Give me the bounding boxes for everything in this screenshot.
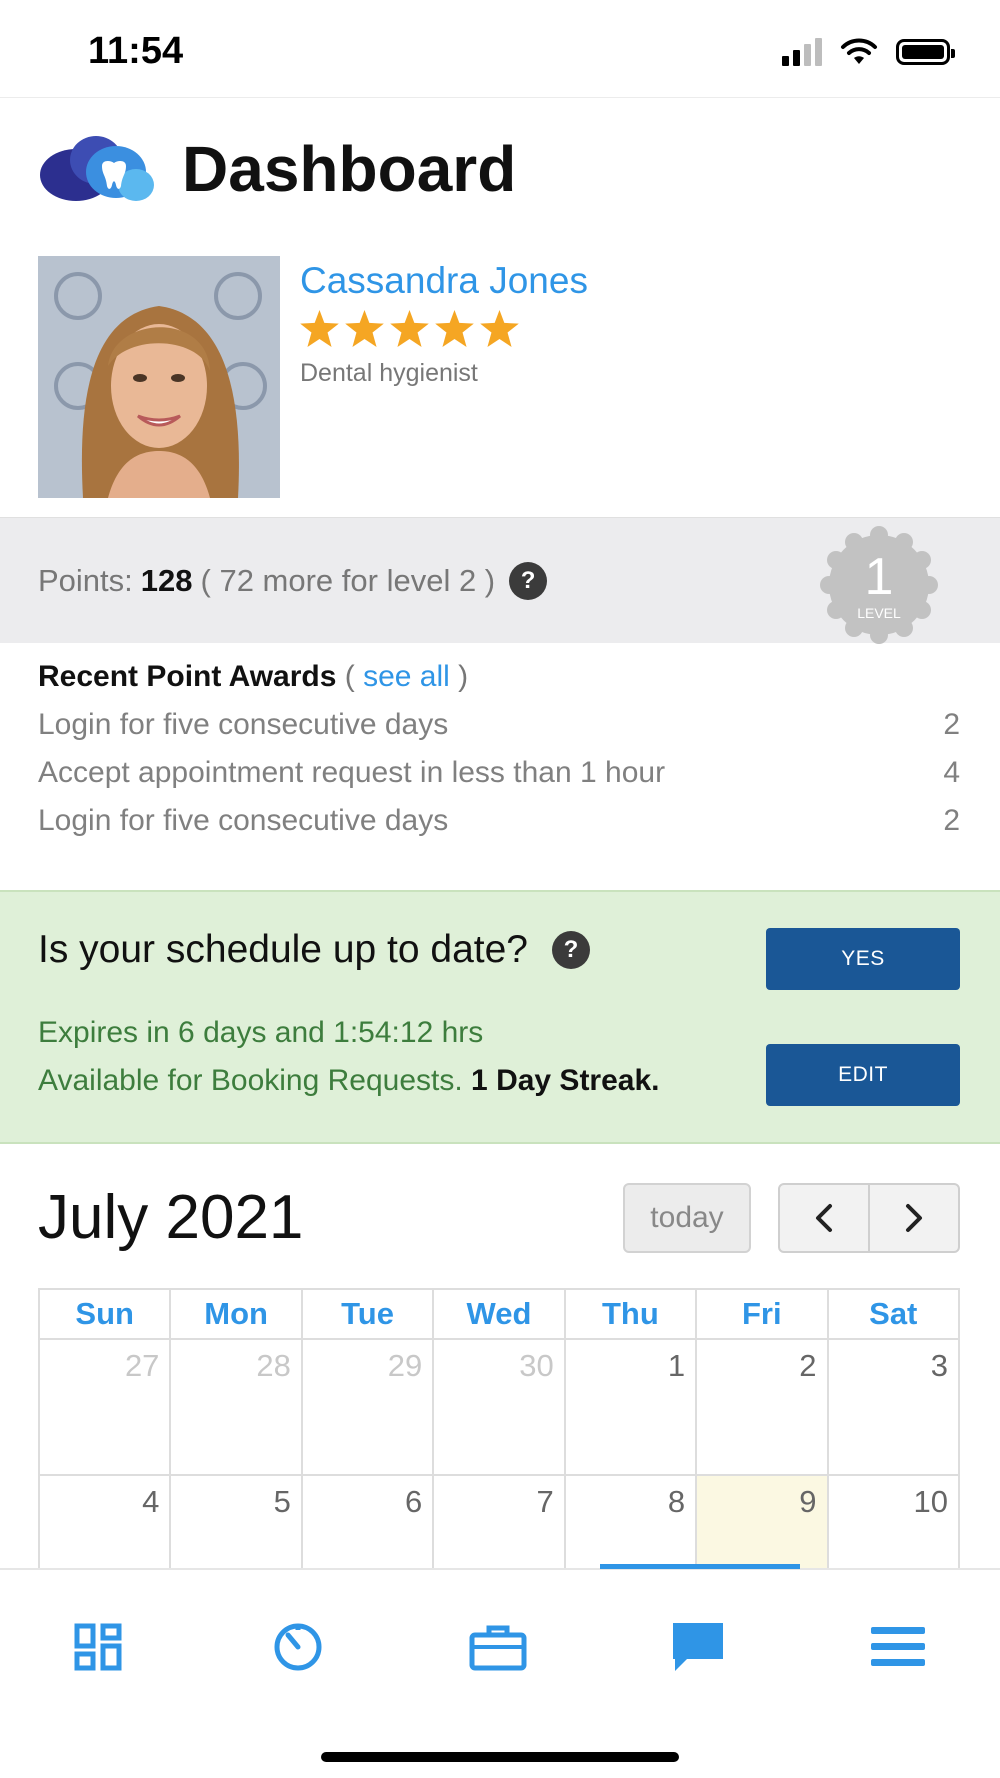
star-icon bbox=[345, 310, 384, 347]
profile-role: Dental hygienist bbox=[300, 359, 478, 387]
level-seal-icon: 1 LEVEL bbox=[820, 526, 938, 644]
star-icon bbox=[480, 310, 519, 347]
active-tab-indicator bbox=[600, 1564, 800, 1569]
paren-open: ( bbox=[344, 660, 355, 693]
tab-activity[interactable] bbox=[248, 1612, 348, 1682]
availability-text: Available for Booking Requests. bbox=[38, 1064, 463, 1097]
paren-close: ) bbox=[458, 660, 469, 693]
points-help-icon[interactable]: ? bbox=[509, 562, 548, 600]
weekday-header: Wed bbox=[432, 1288, 566, 1340]
yes-button[interactable]: YES bbox=[766, 928, 960, 990]
calendar-day-cell[interactable]: 2 bbox=[695, 1338, 829, 1476]
calendar-day-cell[interactable]: 27 bbox=[37, 1338, 172, 1476]
briefcase-icon bbox=[469, 1625, 527, 1671]
points-value: 128 bbox=[140, 563, 193, 598]
schedule-question-row: Is your schedule up to date? ? bbox=[38, 928, 590, 972]
star-icon bbox=[435, 310, 474, 347]
level-label: LEVEL bbox=[857, 605, 901, 621]
rating-stars bbox=[300, 310, 588, 347]
today-button[interactable]: today bbox=[623, 1183, 751, 1253]
dashboard-icon bbox=[74, 1623, 122, 1671]
menu-icon bbox=[871, 1627, 925, 1666]
battery-icon bbox=[896, 39, 955, 65]
points-label: Points: bbox=[38, 563, 133, 598]
award-points: 2 bbox=[943, 708, 960, 741]
calendar-day-cell[interactable]: 28 bbox=[169, 1338, 303, 1476]
weekday-header: Thu bbox=[563, 1288, 698, 1340]
awards-title: Recent Point Awards bbox=[38, 660, 337, 693]
profile-card: Cassandra Jones Dental hygienist bbox=[38, 256, 588, 498]
points-band: Points: 128 ( 72 more for level 2 ) ? 1 … bbox=[0, 517, 1000, 644]
weekday-header-row: Sun Mon Tue Wed Thu Fri Sat bbox=[37, 1288, 961, 1340]
app-logo-icon bbox=[40, 136, 154, 201]
next-month-button[interactable] bbox=[868, 1185, 958, 1251]
calendar-grid: Sun Mon Tue Wed Thu Fri Sat 27 28 29 30 … bbox=[37, 1288, 961, 1612]
weekday-header: Mon bbox=[169, 1288, 303, 1340]
tab-dashboard[interactable] bbox=[48, 1612, 148, 1682]
profile-info: Cassandra Jones Dental hygienist bbox=[300, 256, 588, 498]
tab-jobs[interactable] bbox=[448, 1612, 548, 1682]
schedule-question: Is your schedule up to date? bbox=[38, 928, 528, 971]
calendar-day-cell[interactable]: 1 bbox=[563, 1338, 698, 1476]
calendar-day-cell[interactable]: 29 bbox=[300, 1338, 435, 1476]
award-points: 4 bbox=[943, 756, 960, 789]
weekday-header: Fri bbox=[695, 1288, 829, 1340]
award-label: Login for five consecutive days bbox=[38, 708, 449, 741]
award-label: Accept appointment request in less than … bbox=[38, 756, 666, 789]
star-icon bbox=[390, 310, 429, 347]
page-title: Dashboard bbox=[182, 133, 517, 205]
bottom-tab-bar bbox=[0, 1564, 1000, 1778]
schedule-availability: Available for Booking Requests. 1 Day St… bbox=[38, 1064, 660, 1098]
points-note: ( 72 more for level 2 ) bbox=[200, 563, 496, 598]
chevron-left-icon bbox=[816, 1204, 832, 1232]
calendar-nav bbox=[778, 1183, 960, 1253]
calendar-month-title: July 2021 bbox=[38, 1183, 304, 1252]
status-icons bbox=[782, 38, 955, 66]
avatar-photo bbox=[38, 256, 280, 498]
awards-title-row: Recent Point Awards ( see all ) bbox=[38, 660, 960, 694]
wifi-icon bbox=[841, 38, 877, 64]
calendar-week-row: 27 28 29 30 1 2 3 bbox=[37, 1338, 961, 1476]
streak-text: 1 Day Streak. bbox=[471, 1064, 660, 1097]
tab-messages[interactable] bbox=[648, 1612, 748, 1682]
award-row: Login for five consecutive days 2 bbox=[38, 804, 960, 838]
weekday-header: Sun bbox=[37, 1288, 172, 1340]
award-row: Login for five consecutive days 2 bbox=[38, 708, 960, 742]
tab-menu[interactable] bbox=[848, 1612, 948, 1682]
schedule-confirm-panel: Is your schedule up to date? ? Expires i… bbox=[0, 890, 1000, 1144]
chat-icon bbox=[673, 1623, 723, 1671]
calendar-day-cell[interactable]: 30 bbox=[432, 1338, 566, 1476]
award-points: 2 bbox=[943, 804, 960, 837]
award-row: Accept appointment request in less than … bbox=[38, 756, 960, 790]
avatar[interactable] bbox=[38, 256, 280, 498]
points-summary: Points: 128 ( 72 more for level 2 ) ? bbox=[38, 562, 548, 600]
chevron-right-icon bbox=[906, 1204, 922, 1232]
schedule-help-icon[interactable]: ? bbox=[552, 931, 590, 969]
status-bar: 11:54 bbox=[0, 0, 1000, 98]
weekday-header: Sat bbox=[826, 1288, 961, 1340]
recent-awards: Recent Point Awards ( see all ) Login fo… bbox=[38, 660, 960, 838]
prev-month-button[interactable] bbox=[780, 1185, 868, 1251]
page-header: Dashboard bbox=[38, 130, 516, 208]
edit-button[interactable]: EDIT bbox=[766, 1044, 960, 1106]
home-indicator bbox=[321, 1752, 679, 1762]
star-icon bbox=[300, 310, 339, 347]
cellular-signal-icon bbox=[782, 38, 822, 66]
timer-icon bbox=[274, 1623, 322, 1671]
schedule-expires: Expires in 6 days and 1:54:12 hrs bbox=[38, 1016, 484, 1049]
status-time: 11:54 bbox=[88, 30, 184, 72]
award-label: Login for five consecutive days bbox=[38, 804, 449, 837]
level-number: 1 bbox=[865, 548, 894, 606]
calendar-day-cell[interactable]: 3 bbox=[826, 1338, 961, 1476]
profile-name[interactable]: Cassandra Jones bbox=[300, 260, 588, 302]
level-badge: 1 LEVEL bbox=[820, 526, 938, 644]
weekday-header: Tue bbox=[300, 1288, 435, 1340]
see-all-link[interactable]: see all bbox=[363, 660, 450, 693]
